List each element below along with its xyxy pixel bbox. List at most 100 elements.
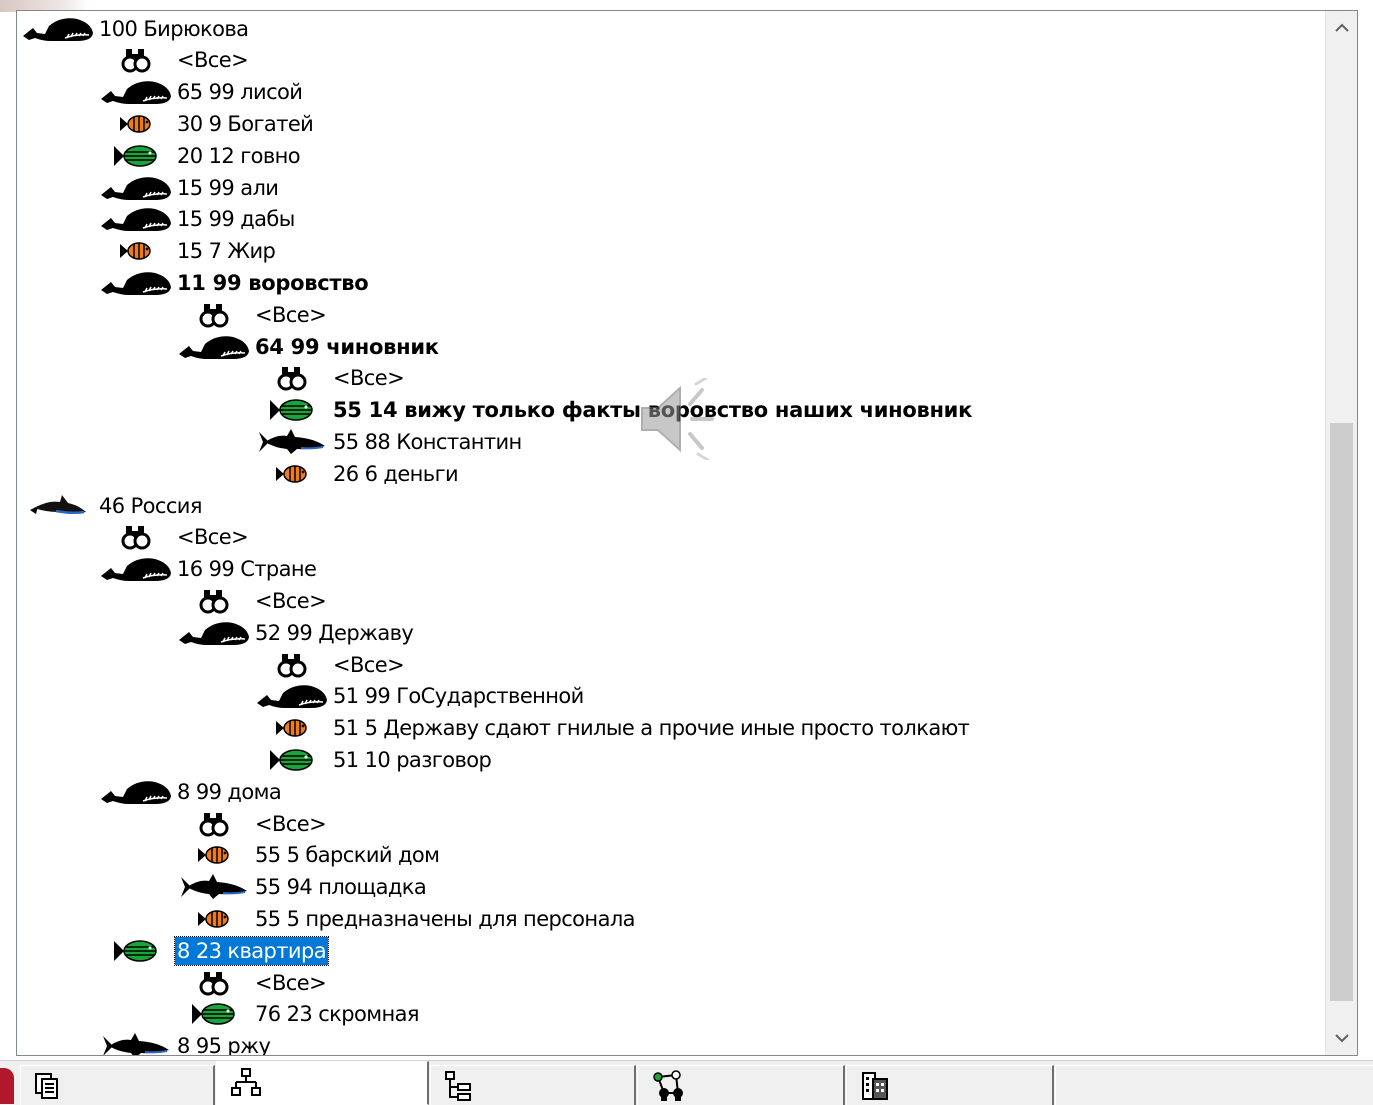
tree-node[interactable]: <Все> xyxy=(175,967,328,998)
tree-node-label[interactable]: 16 99 Стране xyxy=(175,555,318,583)
orange-fish-icon xyxy=(253,458,331,489)
whale-icon xyxy=(97,172,175,203)
chevron-up-icon xyxy=(1334,23,1349,32)
binoculars-icon xyxy=(97,522,175,553)
tree-node-label[interactable]: 8 95 ржу xyxy=(175,1032,272,1055)
tree-node-label[interactable]: 15 99 дабы xyxy=(175,205,297,233)
tree-node[interactable]: 8 95 ржу xyxy=(97,1031,272,1055)
tree-node[interactable]: <Все> xyxy=(253,363,406,394)
tree-node[interactable]: 11 99 воровство xyxy=(97,267,370,298)
tree-node[interactable]: 52 99 Державу xyxy=(175,617,415,648)
tree-node[interactable]: 55 94 площадка xyxy=(175,872,428,903)
tree-node[interactable]: 8 23 квартира xyxy=(97,935,329,966)
tab-hierarchy[interactable] xyxy=(216,1061,429,1105)
binoculars-icon xyxy=(175,967,253,998)
tree-node[interactable]: 30 9 Богатей xyxy=(97,108,315,139)
green-fish-icon xyxy=(97,935,175,966)
tree-node-label[interactable]: 51 10 разговор xyxy=(331,746,493,774)
shark-icon xyxy=(97,1031,175,1055)
whale-icon xyxy=(175,331,253,362)
vertical-scrollbar[interactable] xyxy=(1325,11,1357,1055)
whale-icon xyxy=(97,267,175,298)
scroll-thumb[interactable] xyxy=(1330,423,1353,1001)
chevron-down-icon xyxy=(1334,1034,1349,1043)
tree-node[interactable]: <Все> xyxy=(253,649,406,680)
binoculars-icon xyxy=(97,45,175,76)
tree-node-label[interactable]: <Все> xyxy=(175,523,250,551)
tree-node-label[interactable]: 55 94 площадка xyxy=(253,873,428,901)
tree-node[interactable]: 76 23 скромная xyxy=(175,999,421,1030)
tree-node-label[interactable]: 8 99 дома xyxy=(175,778,283,806)
tree-node[interactable]: <Все> xyxy=(175,585,328,616)
tree-node-label[interactable]: <Все> xyxy=(253,587,328,615)
tree-node-label[interactable]: 51 99 ГоСударственной xyxy=(331,682,586,710)
tree-node[interactable]: 8 99 дома xyxy=(97,776,283,807)
tree-node[interactable]: 51 10 разговор xyxy=(253,744,493,775)
tree-node[interactable]: 26 6 деньги xyxy=(253,458,460,489)
tree-node-label[interactable]: 15 99 али xyxy=(175,174,280,202)
whale-icon xyxy=(97,554,175,585)
binoculars-icon xyxy=(175,808,253,839)
tree-node-label[interactable]: 11 99 воровство xyxy=(175,269,370,297)
tree-node-label[interactable]: 51 5 Державу сдают гнилые а прочие иные … xyxy=(331,714,971,742)
tab-tree-outline[interactable] xyxy=(430,1065,636,1105)
tree-node[interactable]: <Все> xyxy=(175,299,328,330)
scroll-up-button[interactable] xyxy=(1326,11,1357,45)
tab-building[interactable] xyxy=(846,1065,1054,1105)
binoculars-icon xyxy=(253,649,331,680)
tree-node-label[interactable]: 26 6 деньги xyxy=(331,460,460,488)
tree-node[interactable]: 100 Бирюкова xyxy=(19,13,250,44)
tree-node-label[interactable]: 55 88 Константин xyxy=(331,428,524,456)
tree-node-label[interactable]: 8 23 квартира xyxy=(174,935,329,966)
scroll-down-button[interactable] xyxy=(1326,1021,1357,1055)
tab-pages[interactable] xyxy=(20,1065,215,1105)
tree-node-label[interactable]: 64 99 чиновник xyxy=(253,333,441,361)
tree-node-label[interactable]: 100 Бирюкова xyxy=(97,15,250,43)
tree-node-label[interactable]: <Все> xyxy=(175,46,250,74)
tree-node-label[interactable]: <Все> xyxy=(253,301,328,329)
tree-node-label[interactable]: <Все> xyxy=(253,969,328,997)
green-fish-icon xyxy=(253,744,331,775)
tree-node-label[interactable]: 55 5 барский дом xyxy=(253,841,441,869)
whale-icon xyxy=(175,617,253,648)
tree-node[interactable]: 15 99 дабы xyxy=(97,204,297,235)
tree-node-label[interactable]: 20 12 говно xyxy=(175,142,302,170)
tree-node-label[interactable]: 30 9 Богатей xyxy=(175,110,315,138)
tree-node[interactable]: 55 5 барский дом xyxy=(175,840,441,871)
tree-node[interactable]: 15 99 али xyxy=(97,172,280,203)
tab-empty xyxy=(1055,1065,1373,1105)
tree-node[interactable]: 15 7 Жир xyxy=(97,236,277,267)
speaker-icon[interactable] xyxy=(636,378,726,460)
whale-icon xyxy=(97,204,175,235)
tree-view[interactable]: 100 Бирюкова <Все> 65 99 лисой 30 9 Богатей… xyxy=(16,10,1358,1056)
tree-node[interactable]: 51 99 ГоСударственной xyxy=(253,681,586,712)
green-fish-icon xyxy=(97,140,175,171)
whale-icon xyxy=(97,77,175,108)
tree-node-label[interactable]: 76 23 скромная xyxy=(253,1000,421,1028)
tree-node-label[interactable]: <Все> xyxy=(331,364,406,392)
tree-node[interactable]: <Все> xyxy=(175,808,328,839)
tree-node[interactable]: 55 88 Константин xyxy=(253,426,524,457)
tree-node-label[interactable]: <Все> xyxy=(331,651,406,679)
binoculars-icon xyxy=(175,299,253,330)
tree-node-label[interactable]: 55 5 предназначены для персонала xyxy=(253,905,637,933)
binoculars-icon xyxy=(175,585,253,616)
tree-node[interactable]: 16 99 Стране xyxy=(97,554,318,585)
whale-icon xyxy=(97,776,175,807)
tree-node[interactable]: 64 99 чиновник xyxy=(175,331,441,362)
tree-node-label[interactable]: 65 99 лисой xyxy=(175,78,304,106)
tree-node[interactable]: 20 12 говно xyxy=(97,140,302,171)
tree-node-label[interactable]: <Все> xyxy=(253,810,328,838)
tree-node[interactable]: 51 5 Державу сдают гнилые а прочие иные … xyxy=(253,713,971,744)
shark-icon xyxy=(175,872,253,903)
tree-node[interactable]: 46 Россия xyxy=(19,490,204,521)
tree-node[interactable]: <Все> xyxy=(97,522,250,553)
tree-node[interactable]: 55 14 вижу только факты воровство наших … xyxy=(253,395,974,426)
tree-node[interactable]: 55 5 предназначены для персонала xyxy=(175,903,637,934)
tree-node-label[interactable]: 46 Россия xyxy=(97,492,204,520)
tree-node-label[interactable]: 15 7 Жир xyxy=(175,237,277,265)
tree-node-label[interactable]: 52 99 Державу xyxy=(253,619,415,647)
tab-network[interactable] xyxy=(637,1065,845,1105)
tree-node[interactable]: <Все> xyxy=(97,45,250,76)
tree-node[interactable]: 65 99 лисой xyxy=(97,77,304,108)
